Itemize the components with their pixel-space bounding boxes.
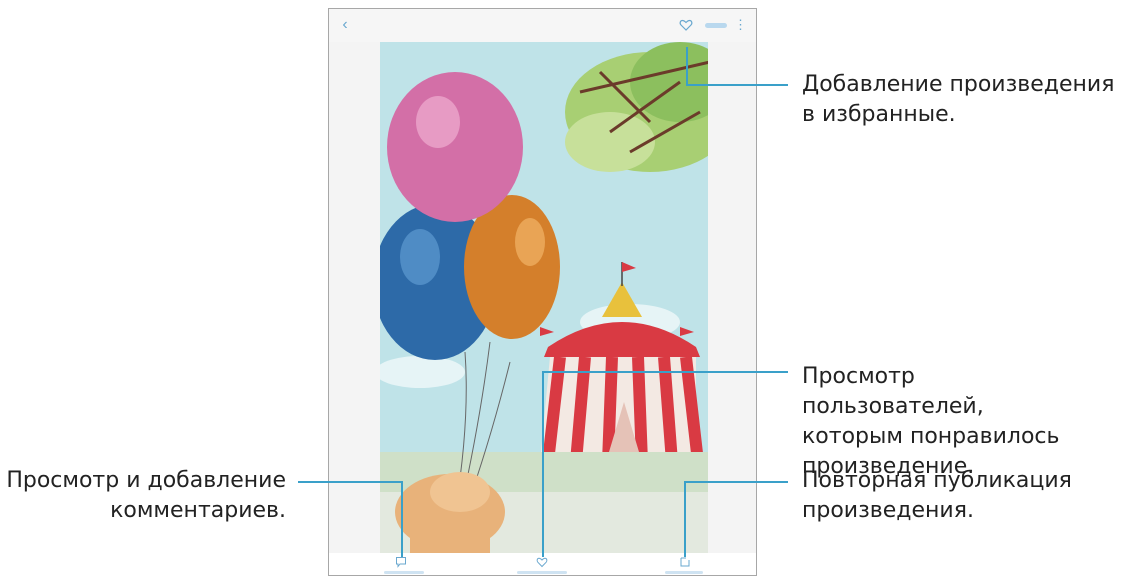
repost-icon[interactable]	[679, 556, 691, 568]
callout-line	[684, 481, 788, 483]
comment-bubble-icon[interactable]	[395, 556, 407, 568]
callout-line	[542, 371, 544, 557]
top-app-bar: ‹ ⋮	[329, 9, 756, 42]
callout-line	[684, 481, 686, 557]
callout-line	[542, 371, 788, 373]
more-vertical-icon[interactable]: ⋮	[734, 18, 747, 34]
heart-icon[interactable]	[536, 556, 548, 568]
callout-line	[686, 47, 688, 85]
callout-repost: Повторная публикация произведения.	[802, 468, 1072, 523]
callout-line	[401, 481, 403, 557]
callout-likes: Просмотр пользователей, которым понравил…	[802, 364, 1060, 479]
artwork-image	[380, 42, 708, 553]
repost-label	[665, 571, 703, 574]
comments-label	[384, 571, 424, 574]
callout-favorite: Добавление произведения в избранные.	[802, 72, 1115, 127]
back-chevron-icon[interactable]: ‹	[337, 17, 353, 33]
share-button[interactable]	[705, 23, 727, 28]
callout-line	[686, 84, 788, 86]
callout-comments: Просмотр и добавление комментариев.	[6, 468, 286, 523]
callout-line	[298, 481, 402, 483]
heart-icon[interactable]	[679, 18, 693, 32]
likes-label	[517, 571, 567, 574]
